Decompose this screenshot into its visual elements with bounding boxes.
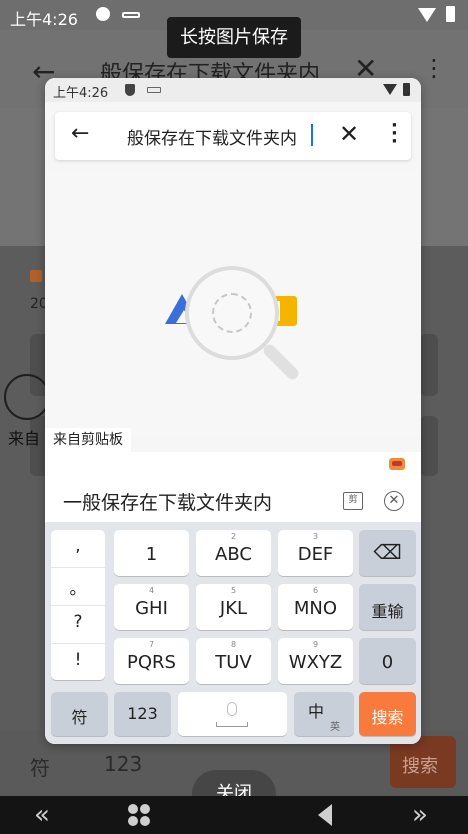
screenshot-preview[interactable]: 上午4:26 ← 般保存在下载文件夹内 ✕ · · · 来自剪贴板 一般保存在下载文…	[45, 78, 421, 744]
navigation-bar: « »	[0, 796, 468, 834]
punct-key[interactable]: !	[51, 650, 105, 670]
symbols-key[interactable]: 符	[51, 692, 108, 736]
reenter-key[interactable]: 重输	[359, 584, 416, 630]
wifi-icon	[418, 8, 436, 22]
key-label: 1	[145, 544, 158, 565]
backspace-key[interactable]: ⌫	[359, 530, 416, 576]
key-label: GHI	[135, 598, 168, 619]
key-label: WXYZ	[288, 652, 343, 673]
background-label: 来自	[8, 429, 41, 448]
key-number: 2	[230, 532, 237, 541]
key-label: MNO	[293, 598, 338, 619]
key-label: PQRS	[127, 652, 176, 673]
clipboard-edit-icon[interactable]: 剪	[343, 492, 363, 510]
loading-spinner-icon	[212, 293, 252, 333]
shield-icon	[125, 84, 135, 96]
backspace-icon: ⌫	[373, 540, 402, 564]
key-number: 4	[148, 586, 155, 595]
key-ghi[interactable]: 4 GHI	[114, 584, 189, 630]
double-left-icon[interactable]: «	[34, 800, 50, 830]
punct-divider	[51, 643, 105, 644]
search-input[interactable]: 般保存在下载文件夹内	[127, 124, 313, 149]
background-card	[420, 416, 438, 476]
punct-divider	[51, 605, 105, 606]
key-label: 重输	[371, 602, 404, 621]
background-key-search-label: 搜索	[402, 756, 438, 777]
key-abc[interactable]: 2 ABC	[196, 530, 271, 576]
shield-icon	[96, 7, 110, 21]
key-wxyz[interactable]: 9 WXYZ	[278, 638, 353, 684]
clear-icon[interactable]: ✕	[339, 120, 359, 148]
microphone-icon	[227, 702, 237, 716]
keyboard-logo-icon[interactable]	[389, 458, 405, 470]
key-label: TUV	[215, 652, 252, 673]
background-status-time: 上午4:26	[10, 10, 78, 29]
language-switch-key[interactable]: 中 英	[294, 692, 354, 736]
key-number: 7	[148, 640, 155, 649]
key-jkl[interactable]: 5 JKL	[196, 584, 271, 630]
key-label: JKL	[219, 598, 248, 619]
key-number: 6	[312, 586, 319, 595]
save-hint-tooltip: 长按图片保存	[167, 17, 301, 58]
text-cursor	[311, 124, 313, 146]
clipboard-tag: 来自剪贴板	[45, 428, 131, 452]
space-key[interactable]	[178, 692, 287, 736]
key-tuv[interactable]: 8 TUV	[196, 638, 271, 684]
message-icon	[147, 87, 161, 93]
punct-key[interactable]: 。	[51, 574, 105, 599]
key-0[interactable]: 0	[359, 638, 416, 684]
key-number: 3	[312, 532, 319, 541]
status-bar: 上午4:26	[45, 78, 421, 102]
key-label: 符	[71, 708, 88, 727]
home-icon[interactable]	[128, 804, 150, 826]
punct-divider	[51, 567, 105, 568]
search-key[interactable]: 搜索	[359, 692, 416, 736]
background-circle	[4, 374, 50, 420]
search-bar[interactable]: ← 般保存在下载文件夹内 ✕ · · ·	[55, 112, 411, 160]
background-card	[420, 334, 438, 396]
key-mno[interactable]: 6 MNO	[278, 584, 353, 630]
battery-icon	[446, 6, 455, 22]
key-1[interactable]: 1	[114, 530, 189, 576]
key-label: 中	[308, 702, 325, 721]
more-vert-icon[interactable]: · · ·	[391, 117, 398, 151]
magnifier-handle	[261, 342, 301, 382]
punct-key[interactable]: ,	[51, 536, 105, 556]
background-key-fu: 符	[30, 756, 50, 780]
key-number: 8	[230, 640, 237, 649]
key-label: 0	[381, 652, 394, 673]
punct-key[interactable]: ?	[51, 612, 105, 632]
loading-area	[45, 170, 421, 436]
key-label: ABC	[215, 544, 252, 565]
back-icon[interactable]	[318, 804, 332, 826]
battery-icon	[403, 83, 410, 96]
background-more-icon: ⋮	[422, 54, 446, 82]
key-label: 123	[127, 704, 158, 723]
space-bar-icon	[216, 722, 248, 727]
key-def[interactable]: 3 DEF	[278, 530, 353, 576]
background-key-123: 123	[104, 752, 143, 776]
key-number: 5	[230, 586, 237, 595]
key-number: 9	[312, 640, 319, 649]
key-label: 搜索	[371, 708, 404, 727]
candidate-bar[interactable]: 一般保存在下载文件夹内 剪 ✕	[45, 452, 421, 522]
punctuation-column[interactable]: , 。 ? !	[51, 530, 105, 680]
key-label: DEF	[297, 544, 334, 565]
key-pqrs[interactable]: 7 PQRS	[114, 638, 189, 684]
double-right-icon[interactable]: »	[412, 800, 428, 830]
wifi-icon	[383, 84, 397, 95]
close-circle-icon[interactable]: ✕	[384, 491, 404, 511]
message-icon	[122, 12, 140, 18]
back-arrow-icon[interactable]: ←	[71, 121, 89, 146]
status-time: 上午4:26	[53, 86, 109, 101]
clipboard-candidate[interactable]: 一般保存在下载文件夹内	[63, 488, 272, 515]
key-sublabel: 英	[330, 722, 340, 733]
t9-keyboard: , 。 ? ! 1 2 ABC 3 DEF ⌫ 4 GHI 5 JKL 6 MN…	[45, 522, 421, 744]
background-badge	[30, 270, 42, 282]
numbers-key[interactable]: 123	[114, 692, 171, 736]
